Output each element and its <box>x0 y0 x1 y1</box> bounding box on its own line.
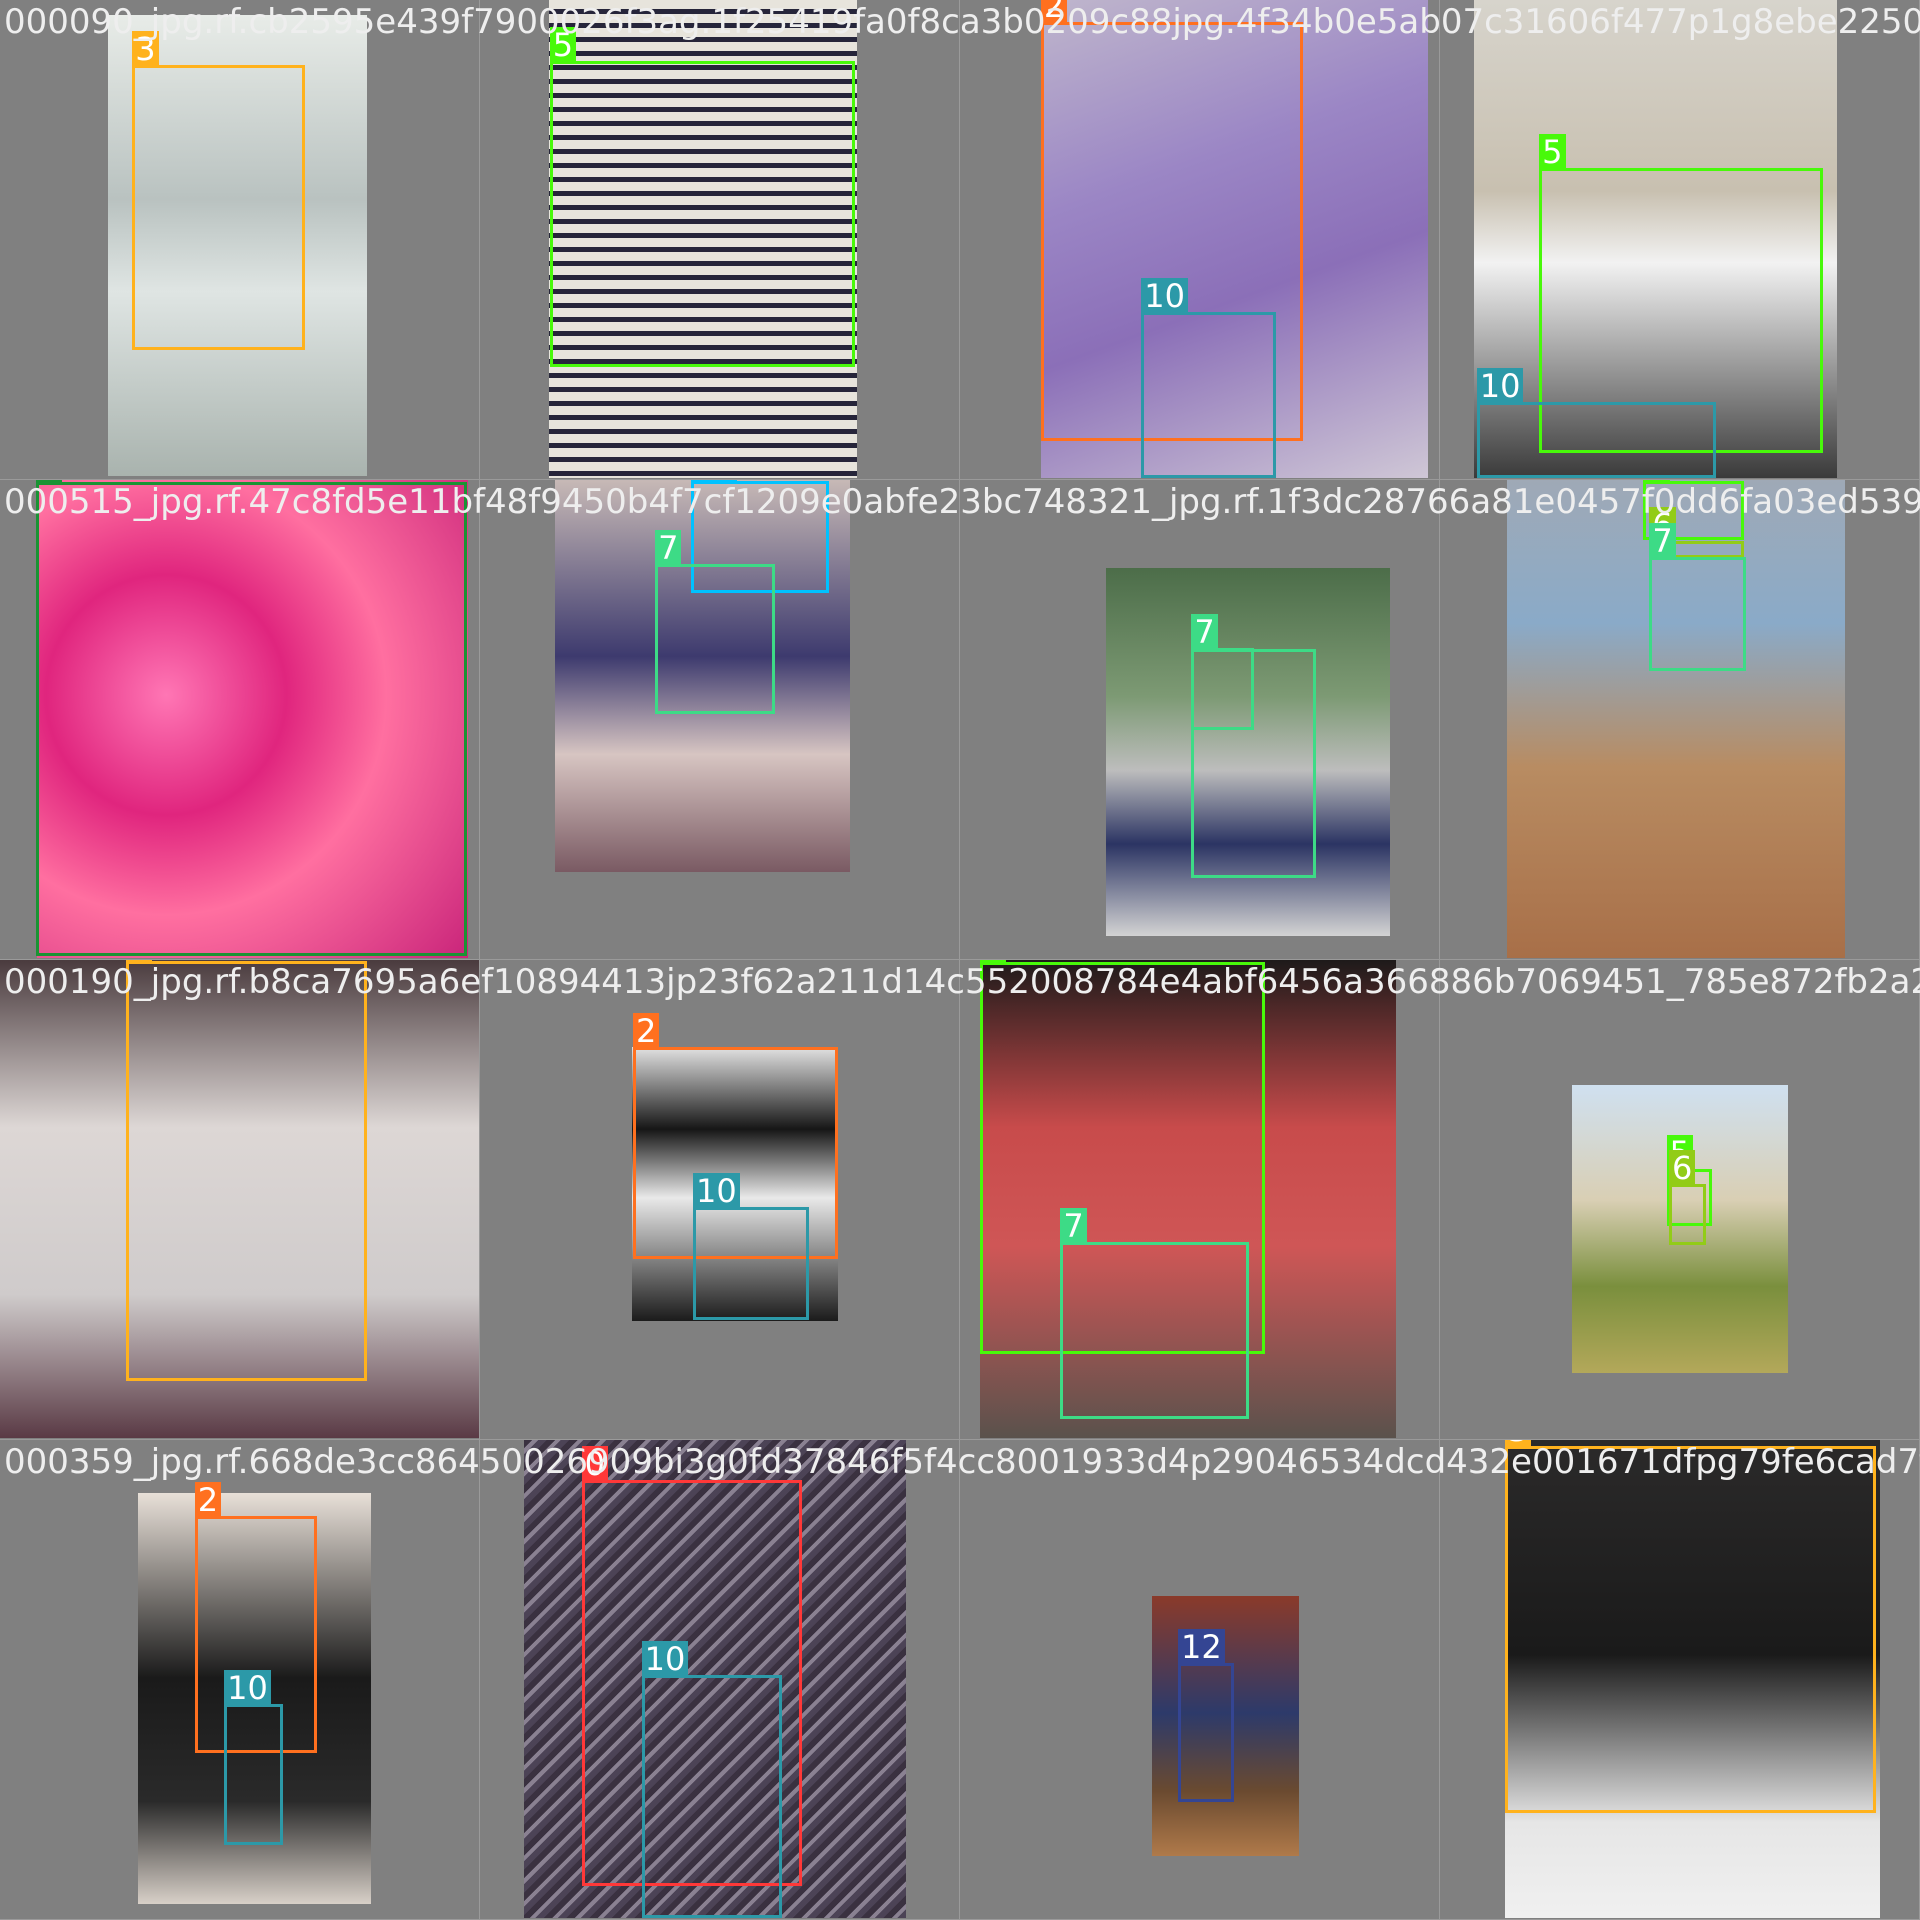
class-label-tag: 3 <box>1504 1440 1532 1449</box>
mosaic-tile: 3 <box>1440 1440 1920 1920</box>
class-label-tag: 3 <box>126 960 153 964</box>
class-label-tag: 12 <box>1177 1628 1225 1665</box>
mosaic-tile: 11 7 <box>480 480 960 960</box>
detection-box: 3 <box>132 30 305 351</box>
mosaic-tile: 12 <box>960 1440 1440 1920</box>
detection-box: 3 <box>126 960 368 1382</box>
class-label-tag: 7 <box>1060 1207 1087 1244</box>
class-label-tag: 10 <box>224 1670 271 1707</box>
class-label-tag: 7 <box>655 530 682 567</box>
detection-box: 6 <box>1668 1150 1706 1246</box>
detection-box: 10 <box>693 1173 810 1320</box>
mosaic-tile: 3 <box>0 0 480 480</box>
class-label-tag: 5 <box>549 27 577 64</box>
class-label-tag: 0 <box>581 1446 608 1483</box>
class-label-tag: 8 <box>35 480 62 485</box>
mosaic-tile: 567 <box>1440 480 1920 960</box>
detection-box: 10 <box>641 1641 783 1918</box>
class-label-tag: 10 <box>693 1173 740 1210</box>
class-label-tag: 2 <box>1040 0 1068 25</box>
mosaic-tile: 5 <box>480 0 960 480</box>
mosaic-tile: 8 <box>0 480 480 960</box>
mosaic-tile: 2 10 <box>960 0 1440 480</box>
mosaic-tile: 57 <box>960 960 1440 1440</box>
mosaic-tile: 56 <box>1440 960 1920 1440</box>
class-label-tag: 11 <box>690 480 738 484</box>
class-label-tag: 5 <box>1539 133 1566 170</box>
detection-box: 5 <box>549 27 855 368</box>
detection-box: 8 <box>35 480 467 957</box>
detection-box: 12 <box>1177 1628 1235 1803</box>
detection-box: 7 <box>1060 1207 1249 1420</box>
mosaic-tile: 3 <box>0 960 480 1440</box>
class-label-tag: 2 <box>194 1481 222 1518</box>
detection-box: 10 <box>224 1670 283 1846</box>
class-label-tag: 6 <box>1668 1150 1696 1187</box>
mosaic-tile: 77 <box>960 480 1440 960</box>
class-label-tag: 3 <box>132 30 159 67</box>
mosaic-tile: 0 10 <box>480 1440 960 1920</box>
mosaic-tile: 2 10 <box>480 960 960 1440</box>
mosaic-tile: 5 10 <box>1440 0 1920 480</box>
class-label-tag: 5 <box>1643 480 1670 484</box>
detection-box: 10 <box>1476 367 1716 478</box>
detection-box: 7 <box>655 530 776 714</box>
class-label-tag: 2 <box>633 1012 660 1049</box>
class-label-tag: 5 <box>979 960 1006 965</box>
detection-box: 7 <box>1191 613 1254 730</box>
detection-box: 3 <box>1504 1440 1876 1814</box>
detection-box: 10 <box>1141 278 1276 478</box>
class-label-tag: 10 <box>1141 278 1188 315</box>
class-label-tag: 10 <box>1476 367 1524 404</box>
class-label-tag: 10 <box>641 1641 689 1678</box>
mosaic-grid: 3521051081177756732105756210010123000090… <box>0 0 1920 1920</box>
detection-box: 7 <box>1649 523 1747 672</box>
mosaic-tile: 2 10 <box>0 1440 480 1920</box>
class-label-tag: 7 <box>1649 523 1676 560</box>
class-label-tag: 7 <box>1191 613 1218 650</box>
